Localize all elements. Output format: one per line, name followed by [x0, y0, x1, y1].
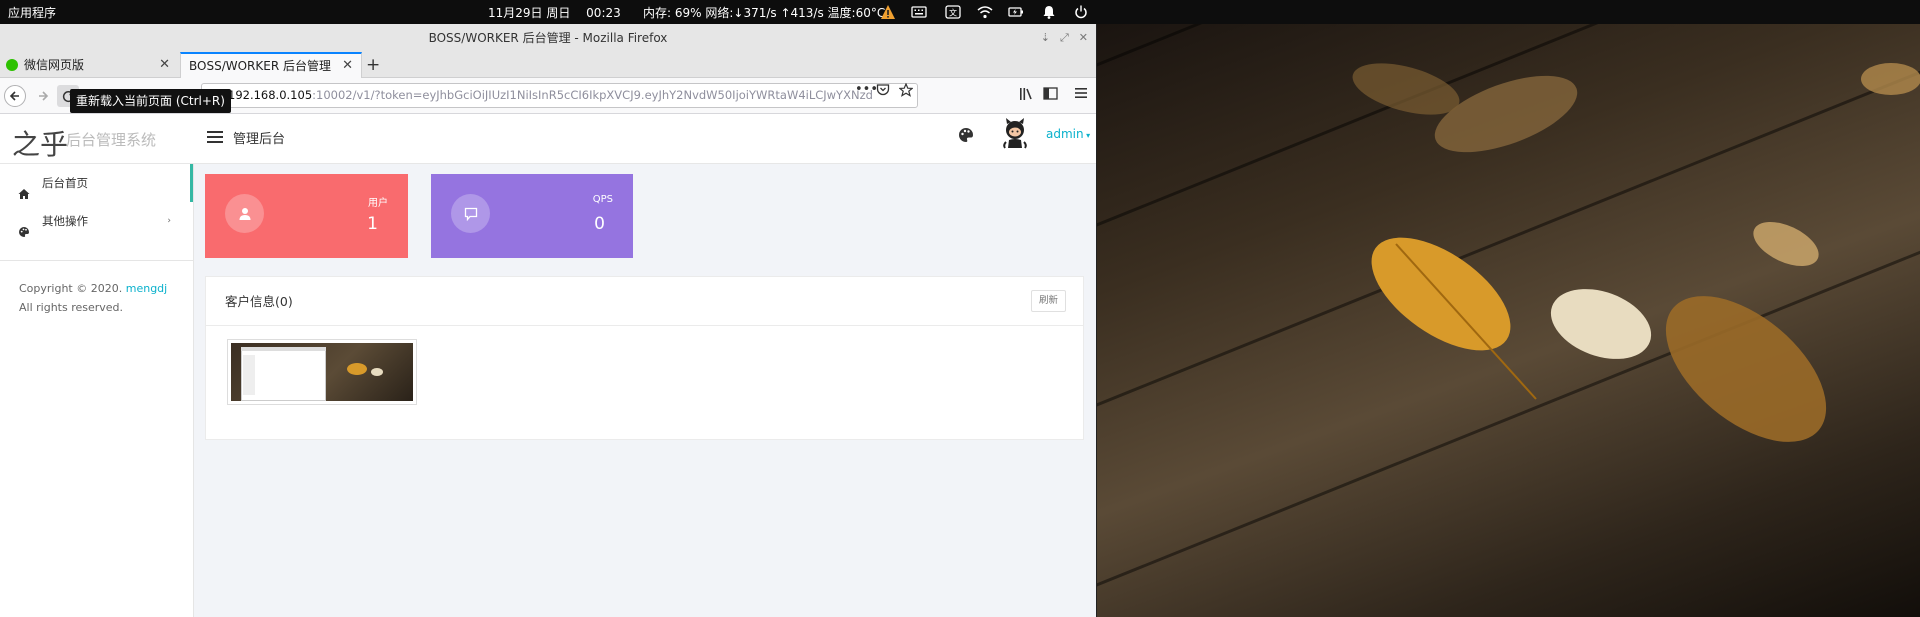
new-tab-button[interactable]: + — [366, 52, 380, 78]
copyright-prefix: Copyright © 2020. — [19, 282, 123, 295]
hamburger-menu-icon[interactable] — [1074, 87, 1088, 103]
user-name: admin — [1046, 127, 1084, 141]
copyright-link[interactable]: mengdj — [126, 282, 167, 295]
menu-toggle-icon[interactable] — [207, 131, 223, 143]
back-button[interactable] — [4, 85, 26, 107]
arrow-left-icon — [9, 91, 19, 101]
logo[interactable]: 之乎 — [12, 123, 68, 163]
url-host: 192.168.0.105 — [228, 88, 313, 102]
stat-value: 1 — [367, 214, 378, 234]
tab-bar: 微信网页版 ✕ BOSS/WORKER 后台管理 ✕ + — [0, 52, 1096, 79]
window-title: BOSS/WORKER 后台管理 - Mozilla Firefox — [428, 31, 668, 45]
page-actions-icon[interactable]: ••• — [855, 82, 878, 97]
close-tab-icon[interactable]: ✕ — [342, 54, 353, 78]
pocket-icon[interactable] — [876, 83, 890, 100]
panel-title: 客户信息(0) — [225, 294, 293, 309]
forward-button[interactable] — [32, 85, 54, 107]
sidebar: 后台首页 其他操作 › Copyright © 2020. mengdj All… — [0, 164, 194, 617]
home-icon — [18, 177, 30, 199]
close-window-icon[interactable]: ✕ — [1079, 24, 1088, 52]
sidebar-item-label: 其他操作 — [42, 214, 88, 228]
maximize-icon[interactable]: ⤢ — [1060, 24, 1069, 52]
svg-text:文: 文 — [949, 8, 957, 18]
stat-value: 0 — [594, 214, 605, 234]
logo-subtitle: 后台管理系统 — [66, 131, 157, 149]
web-page: 之乎 后台管理系统 管理后台 admin ▾ 后台首页 其他操作 › Copyr… — [0, 114, 1096, 617]
user-menu[interactable]: admin ▾ — [1046, 127, 1090, 141]
leaves-illustration — [1352, 63, 1920, 442]
tab-label: 微信网页版 — [24, 58, 85, 72]
screenshot-thumbnail[interactable] — [227, 339, 417, 405]
tab-label: BOSS/WORKER 后台管理 — [189, 59, 331, 73]
avatar[interactable] — [1001, 118, 1029, 150]
arrow-right-icon — [39, 91, 49, 101]
copyright: Copyright © 2020. mengdj All rights rese… — [19, 279, 179, 317]
minimize-icon[interactable]: ⇣ — [1041, 24, 1050, 52]
tab-wechat[interactable]: 微信网页版 ✕ — [0, 52, 178, 78]
translate-icon[interactable]: 文 — [945, 4, 961, 20]
battery-icon[interactable] — [1008, 4, 1024, 20]
url-bar[interactable]: i 192.168.0.105:10002/v1/?token=eyJhbGci… — [201, 83, 918, 108]
sidebar-divider — [0, 260, 193, 261]
desktop-wallpaper — [1096, 24, 1920, 617]
stat-card-users: 用户 1 — [205, 174, 408, 258]
window-titlebar[interactable]: BOSS/WORKER 后台管理 - Mozilla Firefox ⇣ ⤢ ✕ — [0, 24, 1096, 52]
palette-icon — [18, 215, 30, 237]
stat-label: QPS — [592, 194, 613, 205]
sidebar-toggle-icon[interactable] — [1043, 87, 1058, 104]
wifi-icon[interactable] — [977, 4, 993, 20]
customer-info-panel: 客户信息(0) 刷新 — [205, 276, 1084, 440]
sidebar-item-other[interactable]: 其他操作 › — [0, 202, 193, 240]
library-icon[interactable] — [1019, 87, 1034, 105]
stat-label: 用户 — [368, 198, 388, 209]
app-header: 之乎 后台管理系统 管理后台 admin ▾ — [0, 114, 1096, 164]
system-monitor: 内存: 69% 网络:↓371/s ↑413/s 温度:60°C — [643, 6, 886, 20]
url-path: :10002/v1/?token=eyJhbGciOiJIUzI1NiIsInR… — [312, 88, 873, 102]
user-icon — [225, 194, 264, 233]
caret-down-icon: ▾ — [1083, 131, 1091, 140]
clock[interactable]: 11月29日 周日 00:23 — [488, 4, 621, 21]
power-icon[interactable] — [1073, 4, 1089, 20]
close-tab-icon[interactable]: ✕ — [159, 52, 170, 78]
warning-icon[interactable] — [880, 4, 896, 20]
apps-menu[interactable]: 应用程序 — [8, 4, 56, 21]
stat-card-qps: QPS 0 — [431, 174, 633, 258]
refresh-button[interactable]: 刷新 — [1031, 290, 1066, 312]
sidebar-item-label: 后台首页 — [42, 176, 88, 190]
palette-icon[interactable] — [957, 126, 975, 144]
copyright-suffix: All rights reserved. — [19, 301, 124, 314]
tab-boss-worker[interactable]: BOSS/WORKER 后台管理 ✕ — [180, 52, 362, 79]
header-title: 管理后台 — [233, 132, 286, 147]
chevron-right-icon: › — [167, 216, 171, 226]
sidebar-item-home[interactable]: 后台首页 — [0, 164, 193, 202]
reload-tooltip: 重新载入当前页面 (Ctrl+R) — [70, 89, 231, 113]
keyboard-icon[interactable] — [911, 4, 927, 20]
bell-icon[interactable] — [1041, 4, 1057, 20]
bookmark-star-icon[interactable] — [898, 82, 914, 101]
wechat-icon — [6, 59, 18, 71]
system-top-bar: 应用程序 11月29日 周日 00:23 内存: 69% 网络:↓371/s ↑… — [0, 0, 1920, 24]
panel-header: 客户信息(0) 刷新 — [206, 277, 1083, 326]
chat-icon — [451, 194, 490, 233]
